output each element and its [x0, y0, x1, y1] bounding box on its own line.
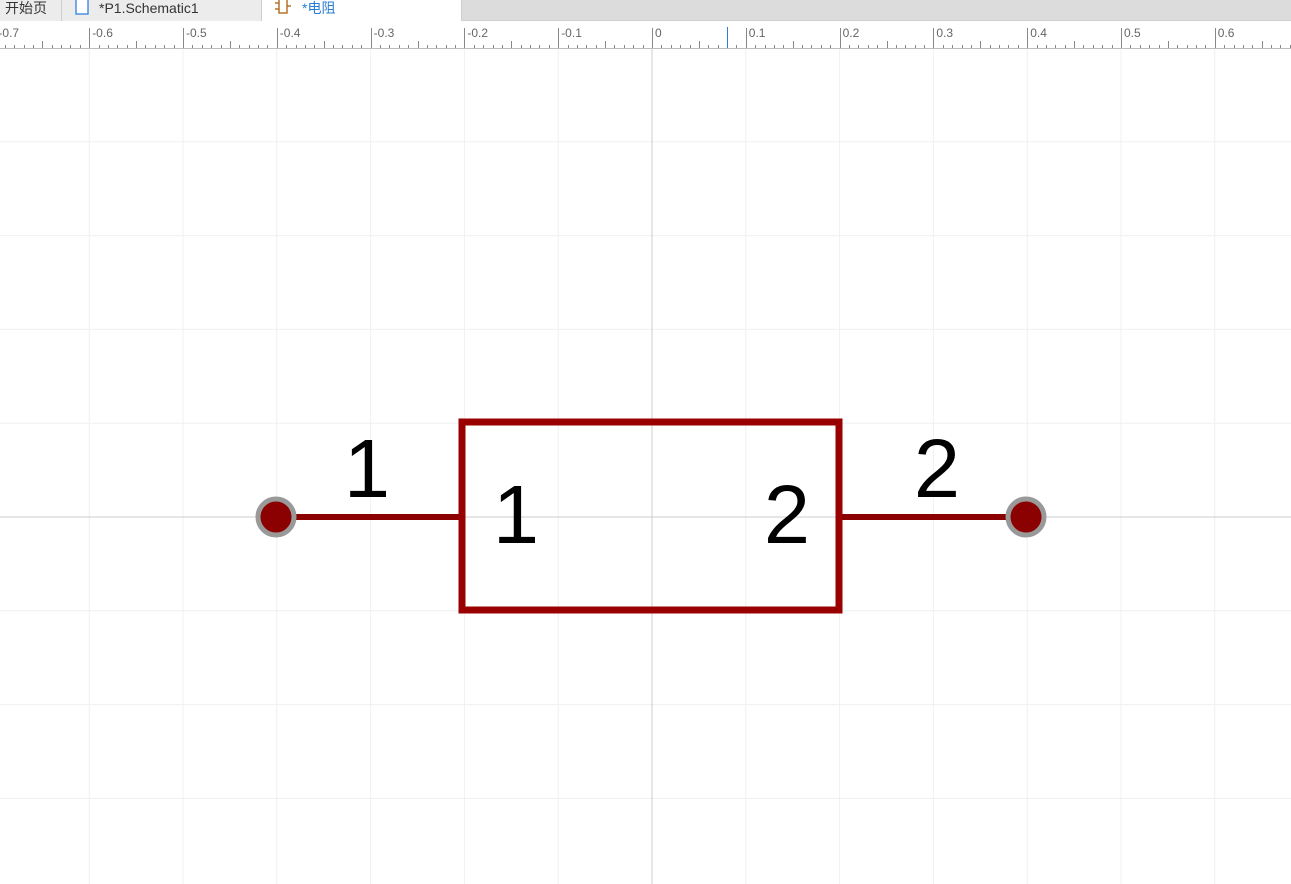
horizontal-ruler[interactable]: -0.7 -0.6 -0.5 -0.4 -0.3 -0.2 -0.1 0 0.1 0.2 0.3 0.… [0, 21, 1291, 49]
tab-start-page[interactable]: 开始页 [0, 0, 62, 21]
symbol-icon [274, 0, 292, 18]
tab-bar: 开始页 *P1.Schematic1 *电阻 [0, 0, 1291, 21]
tab-label: *电阻 [302, 0, 336, 16]
schematic-file-icon [75, 0, 89, 18]
pin-2-endpoint[interactable] [1005, 496, 1047, 538]
pin-1-endpoint[interactable] [255, 496, 297, 538]
pin-1-name: 1 [493, 468, 539, 561]
tab-symbol[interactable]: *电阻 [262, 0, 462, 21]
ruler-label: -0.5 [186, 26, 207, 40]
ruler-label: -0.7 [0, 26, 19, 40]
canvas-grid [0, 49, 1291, 884]
ruler-label: -0.2 [467, 26, 488, 40]
drawing-canvas[interactable]: 1 1 2 2 [0, 49, 1291, 884]
pin-1-number: 1 [344, 422, 390, 515]
ruler-label: 0.3 [936, 26, 953, 40]
ruler-label: 0 [655, 26, 662, 40]
ruler-label: 0.5 [1124, 26, 1141, 40]
ruler-label: 0.1 [749, 26, 766, 40]
ruler-label: -0.1 [561, 26, 582, 40]
ruler-labels: -0.7 -0.6 -0.5 -0.4 -0.3 -0.2 -0.1 0 0.1 0.2 0.3 0.… [0, 26, 1235, 40]
tab-label: 开始页 [5, 0, 47, 16]
tab-schematic[interactable]: *P1.Schematic1 [62, 0, 262, 21]
ruler-label: 0.4 [1030, 26, 1047, 40]
ruler-label: -0.6 [92, 26, 113, 40]
pin-2-number: 2 [914, 422, 960, 515]
ruler-label: -0.4 [280, 26, 301, 40]
ruler-label: 0.2 [843, 26, 860, 40]
symbol-editor: 开始页 *P1.Schematic1 *电阻 -0.7-0.6 -0.5 -0.… [0, 0, 1291, 884]
ruler-label: -0.3 [374, 26, 395, 40]
pin-2-name: 2 [764, 468, 810, 561]
tab-label: *P1.Schematic1 [99, 0, 199, 16]
ruler-label: 0.6 [1218, 26, 1235, 40]
